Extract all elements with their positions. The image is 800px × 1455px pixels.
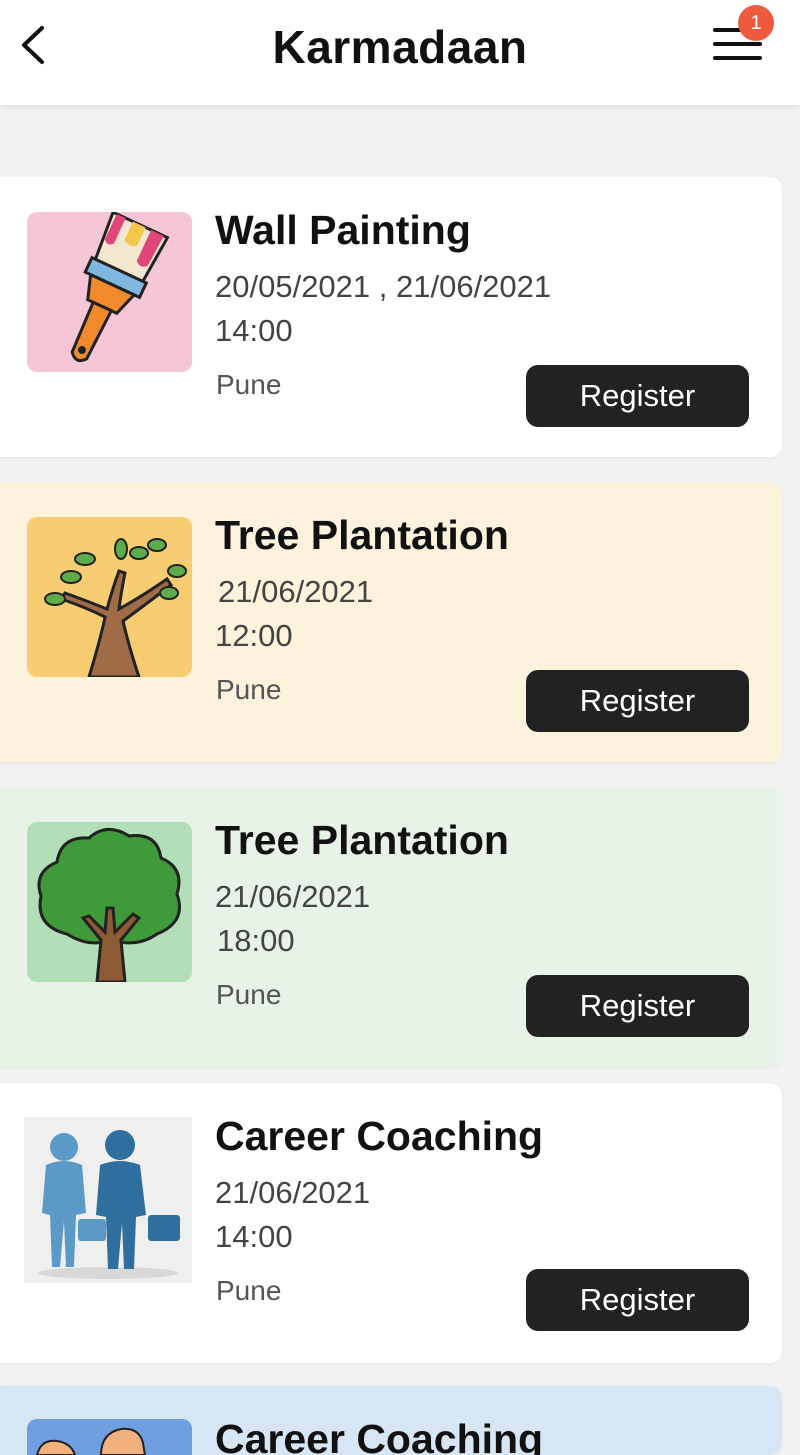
paintbrush-icon (70, 212, 170, 363)
event-card: Wall Painting 20/05/2021 , 21/06/2021 14… (0, 177, 782, 457)
register-button[interactable]: Register (526, 670, 749, 732)
event-thumbnail (27, 517, 192, 677)
event-title: Tree Plantation (215, 817, 509, 863)
notification-badge: 1 (738, 5, 774, 41)
event-city: Pune (216, 674, 282, 705)
event-time: 18:00 (217, 923, 295, 958)
event-date: 20/05/2021 , 21/06/2021 (215, 269, 552, 304)
event-title: Wall Painting (215, 207, 471, 253)
register-button[interactable]: Register (526, 975, 749, 1037)
event-date: 21/06/2021 (215, 1175, 371, 1210)
event-time: 14:00 (215, 313, 293, 348)
handshake-icon (35, 1427, 147, 1455)
register-button[interactable]: Register (526, 1269, 749, 1331)
event-thumbnail (24, 1117, 192, 1283)
event-time: 14:00 (215, 1219, 293, 1254)
event-thumbnail (27, 1419, 192, 1455)
event-city: Pune (216, 979, 282, 1010)
tree-branches-icon (44, 538, 187, 677)
event-card: Career Coaching (0, 1386, 782, 1455)
event-card: Tree Plantation 21/06/2021 18:00 Pune Re… (0, 787, 782, 1067)
event-thumbnail (27, 822, 192, 982)
tree-icon (37, 828, 181, 982)
page-title: Karmadaan (272, 21, 528, 73)
event-date: 21/06/2021 (215, 879, 371, 914)
event-title: Career Coaching (215, 1416, 544, 1455)
event-city: Pune (216, 1275, 282, 1306)
event-thumbnail (27, 212, 192, 372)
businessmen-handshake-icon (38, 1130, 180, 1279)
event-time: 12:00 (215, 618, 293, 653)
app-header: Karmadaan 1 (0, 0, 800, 105)
event-card: Career Coaching 21/06/2021 14:00 Pune Re… (0, 1083, 782, 1363)
event-title: Career Coaching (215, 1113, 544, 1159)
event-city: Pune (216, 369, 282, 400)
event-date: 21/06/2021 (218, 574, 374, 609)
register-button[interactable]: Register (526, 365, 749, 427)
event-card: Tree Plantation 21/06/2021 12:00 Pune Re… (0, 482, 782, 762)
event-title: Tree Plantation (215, 512, 509, 558)
